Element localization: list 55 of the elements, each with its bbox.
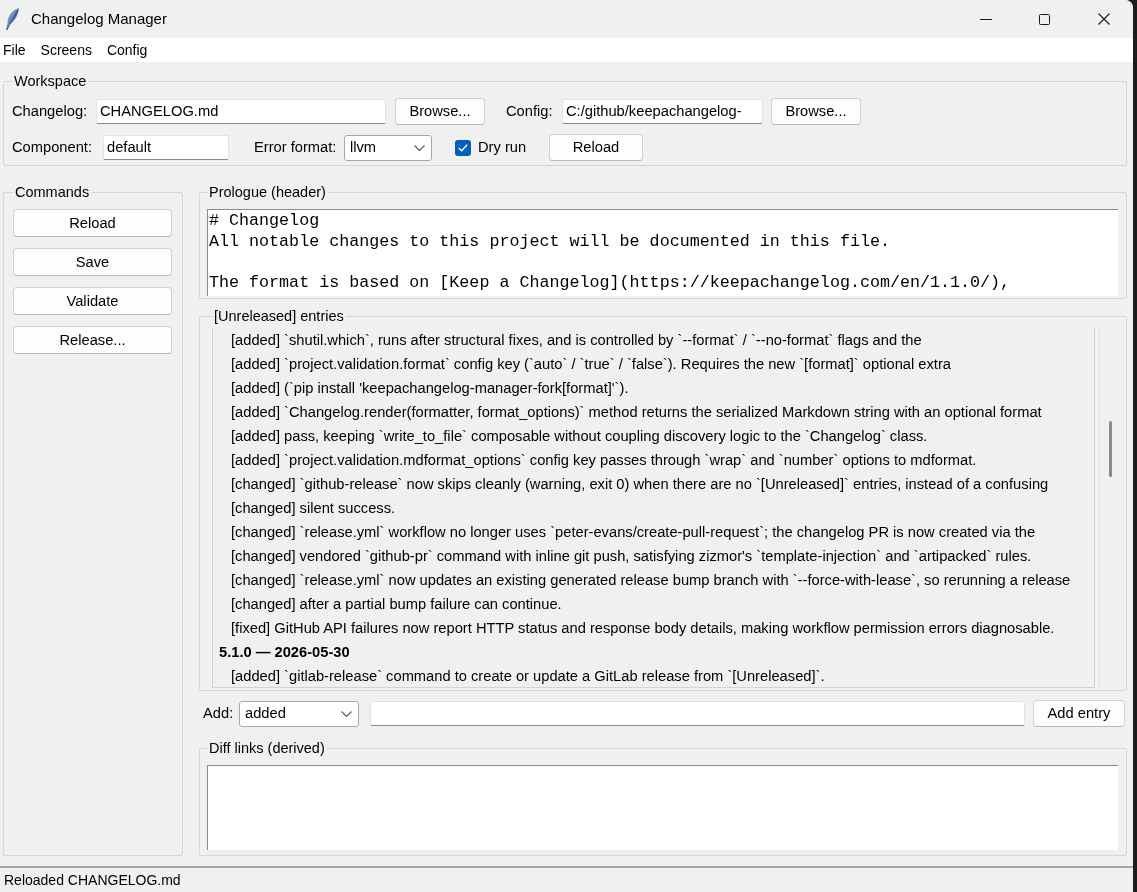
tree-item[interactable]: [fixed] GitHub API failures now report HTTP status and response body details, making workflow permission errors diagnosable. xyxy=(213,616,1094,640)
command-button[interactable]: Validate xyxy=(13,287,172,315)
maximize-icon xyxy=(1039,13,1050,25)
tree-item[interactable]: [added] pass, keeping `write_to_file` composable without coupling discovery logic to the `Changelog` class. xyxy=(213,424,1094,448)
tree-item[interactable]: [added] (`pip install 'keepachangelog-manager-fork[format]'`). xyxy=(213,376,1094,400)
menu-item[interactable]: File xyxy=(3,41,26,59)
minimize-icon xyxy=(979,18,992,20)
menu-item[interactable]: Screens xyxy=(40,41,92,59)
version-heading[interactable]: 5.1.0 — 2026-05-30 xyxy=(213,640,1094,664)
check-icon xyxy=(458,143,468,152)
field-label: Error format: xyxy=(254,138,338,158)
tree-item[interactable]: [changed] `release.yml` workflow no longer uses `peter-evans/create-pull-request`; the changelog PR is now created via the xyxy=(213,520,1094,544)
tree-item[interactable]: [changed] silent success. xyxy=(213,496,1094,520)
tree-item[interactable]: [added] `project.validation.mdformat_options` config key passes through `wrap` and `number` options to mdformat. xyxy=(213,448,1094,472)
entry-text-field[interactable] xyxy=(370,701,1025,726)
group-title: Commands xyxy=(14,184,91,201)
field-label: Changelog: xyxy=(12,102,89,122)
tree-item[interactable]: [added] `project.validation.format` config key (`auto` / `true` / `false`). Requires the new `[format]` optional extra xyxy=(213,352,1094,376)
tree-item[interactable]: [added] `gitlab-release` command to create or update a GitLab release from `[Unreleased]`. xyxy=(213,664,1094,687)
command-button[interactable]: Reload xyxy=(13,209,172,237)
error-format-dropdown[interactable]: llvm xyxy=(344,134,432,161)
tree-item[interactable]: [added] `shutil.which`, runs after structural fixes, and is controlled by `--format` / `--no-format` flags and the xyxy=(213,328,1094,352)
prologue-text-area[interactable]: # Changelog All notable changes to this project will be documented in this file. The format is based on [Keep a Changelog](https://keepachangelog.com/en/1.1.0/), xyxy=(207,209,1118,296)
group-title: Prologue (header) xyxy=(208,184,327,201)
browse-button[interactable]: Browse... xyxy=(395,98,485,125)
close-icon xyxy=(1097,13,1110,25)
browse-button[interactable]: Browse... xyxy=(771,98,861,125)
group-title: Workspace xyxy=(13,73,88,90)
reload-button[interactable]: Reload xyxy=(549,134,643,161)
group-title: Diff links (derived) xyxy=(208,740,326,757)
tree-item[interactable]: [added] `Changelog.render(formatter, format_options)` method returns the serialized Markdown string with an optional format xyxy=(213,400,1094,424)
scrollbar-thumb[interactable] xyxy=(1108,421,1112,477)
command-button[interactable]: Release... xyxy=(13,326,172,354)
command-button[interactable]: Save xyxy=(13,248,172,276)
feather-icon xyxy=(6,8,19,30)
chevron-down-icon xyxy=(414,144,425,151)
entry-type-dropdown[interactable]: added xyxy=(239,700,359,727)
changelog-path-field[interactable]: CHANGELOG.md xyxy=(96,99,386,124)
chevron-down-icon xyxy=(341,710,352,717)
status-text: Reloaded CHANGELOG.md xyxy=(4,870,181,890)
tree-item[interactable]: [changed] after a partial bump failure can continue. xyxy=(213,592,1094,616)
window-title: Changelog Manager xyxy=(31,8,167,29)
tree-item[interactable]: [changed] `release.yml` now updates an existing generated release bump branch with `--force-with-lease`, so rerunning a release xyxy=(213,568,1094,592)
field-label: Component: xyxy=(12,138,93,158)
component-field[interactable]: default xyxy=(103,135,229,160)
field-label: Add: xyxy=(203,704,235,724)
checkbox[interactable] xyxy=(455,139,471,156)
tree-item[interactable]: [changed] `github-release` now skips cleanly (warning, exit 0) when there are no `[Unreleased]` entries, instead of a confusing xyxy=(213,472,1094,496)
config-path-field[interactable]: C:/github/keepachangelog- xyxy=(562,99,763,124)
add-entry-button[interactable]: Add entry xyxy=(1033,700,1125,727)
tree-item[interactable]: [changed] vendored `github-pr` command with inline git push, satisfying zizmor's `template-injection` and `artipacked` rules. xyxy=(213,544,1094,568)
checkbox-label[interactable]: Dry run xyxy=(478,136,528,159)
menu-item[interactable]: Config xyxy=(106,41,148,59)
field-label: Config: xyxy=(506,102,554,122)
group-title: [Unreleased] entries xyxy=(213,308,345,325)
